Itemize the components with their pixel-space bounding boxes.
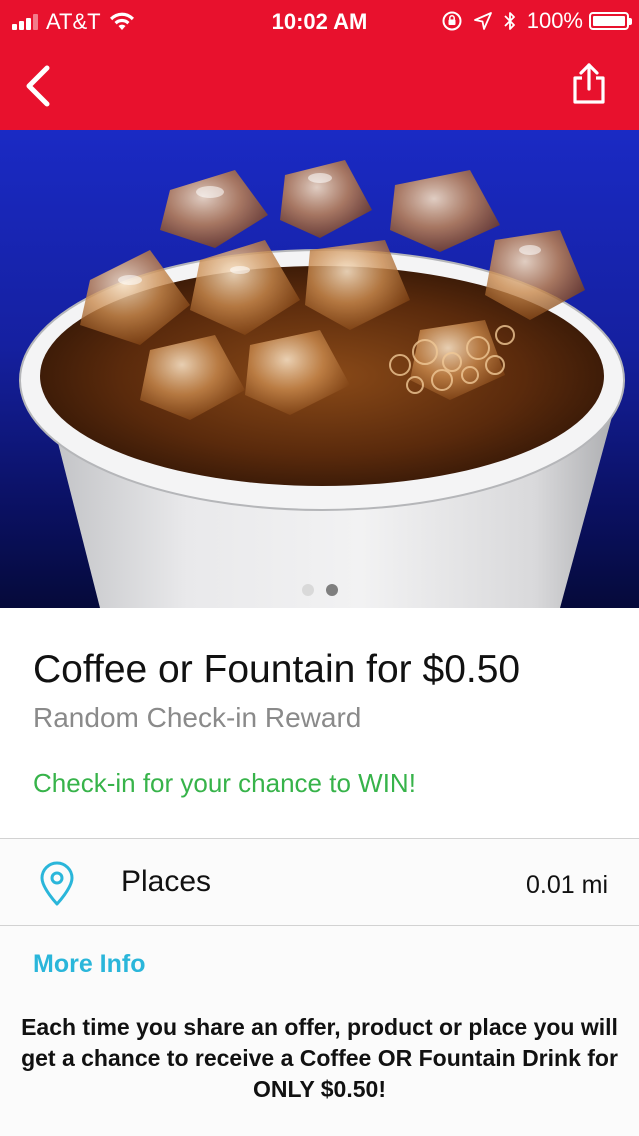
nav-bar <box>0 42 639 130</box>
page-indicator[interactable] <box>0 584 639 596</box>
chevron-left-icon <box>26 65 50 107</box>
more-info-section: More Info Each time you share an offer, … <box>0 926 639 1136</box>
offer-subtitle: Random Check-in Reward <box>33 702 362 733</box>
back-button[interactable] <box>18 62 58 110</box>
status-right: 100% <box>441 8 632 34</box>
hero-image-carousel[interactable] <box>0 130 639 608</box>
page-dot[interactable] <box>301 584 314 596</box>
share-icon <box>573 63 605 104</box>
location-arrow-icon <box>473 11 493 31</box>
share-button[interactable] <box>565 60 613 108</box>
more-info-text: Each time you share an offer, product or… <box>21 1014 618 1102</box>
fountain-drink-cup-image <box>19 160 625 608</box>
places-row[interactable]: Places 0.01 mi <box>0 839 639 925</box>
more-info-heading: More Info <box>33 950 146 978</box>
battery-icon <box>589 12 632 30</box>
bluetooth-icon <box>503 10 517 32</box>
map-pin-icon <box>40 861 74 906</box>
places-label: Places <box>121 865 212 898</box>
offer-title: Coffee or Fountain for $0.50 <box>33 648 521 691</box>
offer-details: Coffee or Fountain for $0.50 Random Chec… <box>0 608 639 838</box>
rotation-lock-icon <box>441 10 463 32</box>
battery-percentage: 100% <box>526 8 583 33</box>
status-bar: AT&T 10:02 AM 100% <box>0 0 639 42</box>
page-dot-active[interactable] <box>325 584 338 596</box>
places-distance: 0.01 mi <box>526 871 608 899</box>
offer-cta: Check-in for your chance to WIN! <box>33 768 416 798</box>
